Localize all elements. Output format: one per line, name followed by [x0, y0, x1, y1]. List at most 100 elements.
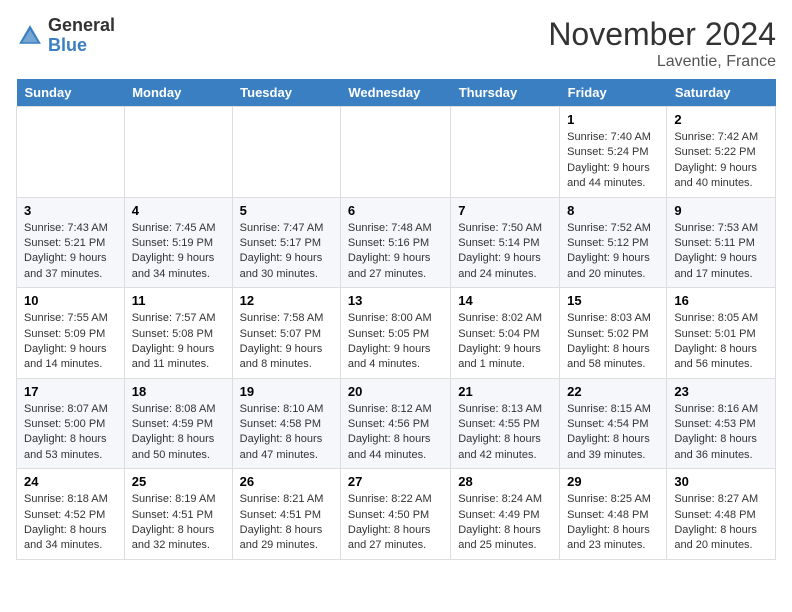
week-row-1: 1 Sunrise: 7:40 AM Sunset: 5:24 PM Daylig… [17, 107, 776, 198]
calendar-cell [232, 107, 340, 198]
calendar-cell: 24 Sunrise: 8:18 AM Sunset: 4:52 PM Dayli… [17, 469, 125, 560]
title-area: November 2024 Laventie, France [548, 16, 776, 71]
col-header-tuesday: Tuesday [232, 79, 340, 107]
calendar-cell: 7Sunrise: 7:50 AM Sunset: 5:14 PM Daylig… [451, 197, 560, 288]
week-row-2: 3 Sunrise: 7:43 AM Sunset: 5:21 PM Daylig… [17, 197, 776, 288]
day-info: Sunrise: 8:03 AM Sunset: 5:02 PM Dayligh… [567, 311, 659, 373]
col-header-sunday: Sunday [17, 79, 125, 107]
day-info: Sunrise: 7:45 AM Sunset: 5:19 PM Dayligh… [132, 221, 225, 283]
header: General Blue November 2024 Laventie, Fra… [16, 16, 776, 71]
calendar-cell: 22Sunrise: 8:15 AM Sunset: 4:54 PM Dayli… [560, 378, 667, 469]
calendar-cell: 19 Sunrise: 8:10 AM Sunset: 4:58 PM Dayli… [232, 378, 340, 469]
calendar-cell: 29 Sunrise: 8:25 AM Sunset: 4:48 PM Dayli… [560, 469, 667, 560]
day-number: 13 [348, 293, 443, 308]
day-number: 21 [458, 384, 552, 399]
day-number: 20 [348, 384, 443, 399]
day-number: 30 [674, 474, 768, 489]
day-number: 10 [24, 293, 117, 308]
col-header-thursday: Thursday [451, 79, 560, 107]
calendar-cell: 30 Sunrise: 8:27 AM Sunset: 4:48 PM Dayli… [667, 469, 776, 560]
week-row-3: 10 Sunrise: 7:55 AM Sunset: 5:09 PM Dayli… [17, 288, 776, 379]
calendar-cell: 5 Sunrise: 7:47 AM Sunset: 5:17 PM Daylig… [232, 197, 340, 288]
calendar-cell: 14 Sunrise: 8:02 AM Sunset: 5:04 PM Dayli… [451, 288, 560, 379]
calendar-cell: 9 Sunrise: 7:53 AM Sunset: 5:11 PM Daylig… [667, 197, 776, 288]
day-info: Sunrise: 8:02 AM Sunset: 5:04 PM Dayligh… [458, 311, 552, 373]
calendar-cell: 11 Sunrise: 7:57 AM Sunset: 5:08 PM Dayli… [124, 288, 232, 379]
day-info: Sunrise: 7:40 AM Sunset: 5:24 PM Dayligh… [567, 130, 659, 192]
day-info: Sunrise: 8:18 AM Sunset: 4:52 PM Dayligh… [24, 492, 117, 554]
month-title: November 2024 [548, 16, 776, 53]
day-info: Sunrise: 7:57 AM Sunset: 5:08 PM Dayligh… [132, 311, 225, 373]
day-info: Sunrise: 7:42 AM Sunset: 5:22 PM Dayligh… [674, 130, 768, 192]
day-number: 3 [24, 203, 117, 218]
day-number: 9 [674, 203, 768, 218]
week-row-4: 17Sunrise: 8:07 AM Sunset: 5:00 PM Dayli… [17, 378, 776, 469]
day-info: Sunrise: 7:53 AM Sunset: 5:11 PM Dayligh… [674, 221, 768, 283]
logo: General Blue [16, 16, 115, 56]
calendar-cell: 1 Sunrise: 7:40 AM Sunset: 5:24 PM Daylig… [560, 107, 667, 198]
calendar-cell: 8Sunrise: 7:52 AM Sunset: 5:12 PM Daylig… [560, 197, 667, 288]
day-number: 16 [674, 293, 768, 308]
day-info: Sunrise: 7:43 AM Sunset: 5:21 PM Dayligh… [24, 221, 117, 283]
calendar-cell: 27 Sunrise: 8:22 AM Sunset: 4:50 PM Dayli… [340, 469, 450, 560]
day-info: Sunrise: 7:52 AM Sunset: 5:12 PM Dayligh… [567, 221, 659, 283]
col-header-monday: Monday [124, 79, 232, 107]
calendar-cell: 15 Sunrise: 8:03 AM Sunset: 5:02 PM Dayli… [560, 288, 667, 379]
day-info: Sunrise: 8:12 AM Sunset: 4:56 PM Dayligh… [348, 402, 443, 464]
day-info: Sunrise: 8:25 AM Sunset: 4:48 PM Dayligh… [567, 492, 659, 554]
day-info: Sunrise: 8:22 AM Sunset: 4:50 PM Dayligh… [348, 492, 443, 554]
calendar-cell: 6 Sunrise: 7:48 AM Sunset: 5:16 PM Daylig… [340, 197, 450, 288]
calendar-table: SundayMondayTuesdayWednesdayThursdayFrid… [16, 79, 776, 560]
day-info: Sunrise: 8:27 AM Sunset: 4:48 PM Dayligh… [674, 492, 768, 554]
day-number: 23 [674, 384, 768, 399]
calendar-cell: 4 Sunrise: 7:45 AM Sunset: 5:19 PM Daylig… [124, 197, 232, 288]
day-number: 12 [240, 293, 333, 308]
day-number: 19 [240, 384, 333, 399]
calendar-cell: 26Sunrise: 8:21 AM Sunset: 4:51 PM Dayli… [232, 469, 340, 560]
day-info: Sunrise: 8:16 AM Sunset: 4:53 PM Dayligh… [674, 402, 768, 464]
day-number: 5 [240, 203, 333, 218]
calendar-cell: 28 Sunrise: 8:24 AM Sunset: 4:49 PM Dayli… [451, 469, 560, 560]
day-number: 1 [567, 112, 659, 127]
calendar-cell [340, 107, 450, 198]
day-number: 29 [567, 474, 659, 489]
day-number: 11 [132, 293, 225, 308]
day-number: 22 [567, 384, 659, 399]
day-number: 25 [132, 474, 225, 489]
day-info: Sunrise: 8:19 AM Sunset: 4:51 PM Dayligh… [132, 492, 225, 554]
calendar-cell: 18Sunrise: 8:08 AM Sunset: 4:59 PM Dayli… [124, 378, 232, 469]
day-number: 15 [567, 293, 659, 308]
day-info: Sunrise: 8:13 AM Sunset: 4:55 PM Dayligh… [458, 402, 552, 464]
day-number: 7 [458, 203, 552, 218]
day-info: Sunrise: 8:24 AM Sunset: 4:49 PM Dayligh… [458, 492, 552, 554]
day-info: Sunrise: 7:47 AM Sunset: 5:17 PM Dayligh… [240, 221, 333, 283]
day-info: Sunrise: 8:10 AM Sunset: 4:58 PM Dayligh… [240, 402, 333, 464]
day-number: 27 [348, 474, 443, 489]
calendar-cell: 23 Sunrise: 8:16 AM Sunset: 4:53 PM Dayli… [667, 378, 776, 469]
day-info: Sunrise: 8:05 AM Sunset: 5:01 PM Dayligh… [674, 311, 768, 373]
day-number: 6 [348, 203, 443, 218]
column-headers: SundayMondayTuesdayWednesdayThursdayFrid… [17, 79, 776, 107]
calendar-cell [124, 107, 232, 198]
calendar-body: 1 Sunrise: 7:40 AM Sunset: 5:24 PM Daylig… [17, 107, 776, 560]
calendar-cell: 25 Sunrise: 8:19 AM Sunset: 4:51 PM Dayli… [124, 469, 232, 560]
day-info: Sunrise: 7:55 AM Sunset: 5:09 PM Dayligh… [24, 311, 117, 373]
day-number: 14 [458, 293, 552, 308]
day-number: 2 [674, 112, 768, 127]
col-header-friday: Friday [560, 79, 667, 107]
calendar-cell: 3 Sunrise: 7:43 AM Sunset: 5:21 PM Daylig… [17, 197, 125, 288]
calendar-cell: 12Sunrise: 7:58 AM Sunset: 5:07 PM Dayli… [232, 288, 340, 379]
calendar-cell: 21 Sunrise: 8:13 AM Sunset: 4:55 PM Dayli… [451, 378, 560, 469]
day-number: 17 [24, 384, 117, 399]
day-number: 4 [132, 203, 225, 218]
calendar-cell: 13 Sunrise: 8:00 AM Sunset: 5:05 PM Dayli… [340, 288, 450, 379]
logo-blue-text: Blue [48, 35, 87, 55]
day-info: Sunrise: 8:00 AM Sunset: 5:05 PM Dayligh… [348, 311, 443, 373]
calendar-cell [17, 107, 125, 198]
col-header-saturday: Saturday [667, 79, 776, 107]
day-info: Sunrise: 8:08 AM Sunset: 4:59 PM Dayligh… [132, 402, 225, 464]
calendar-cell: 20 Sunrise: 8:12 AM Sunset: 4:56 PM Dayli… [340, 378, 450, 469]
day-number: 24 [24, 474, 117, 489]
day-info: Sunrise: 7:48 AM Sunset: 5:16 PM Dayligh… [348, 221, 443, 283]
day-number: 28 [458, 474, 552, 489]
